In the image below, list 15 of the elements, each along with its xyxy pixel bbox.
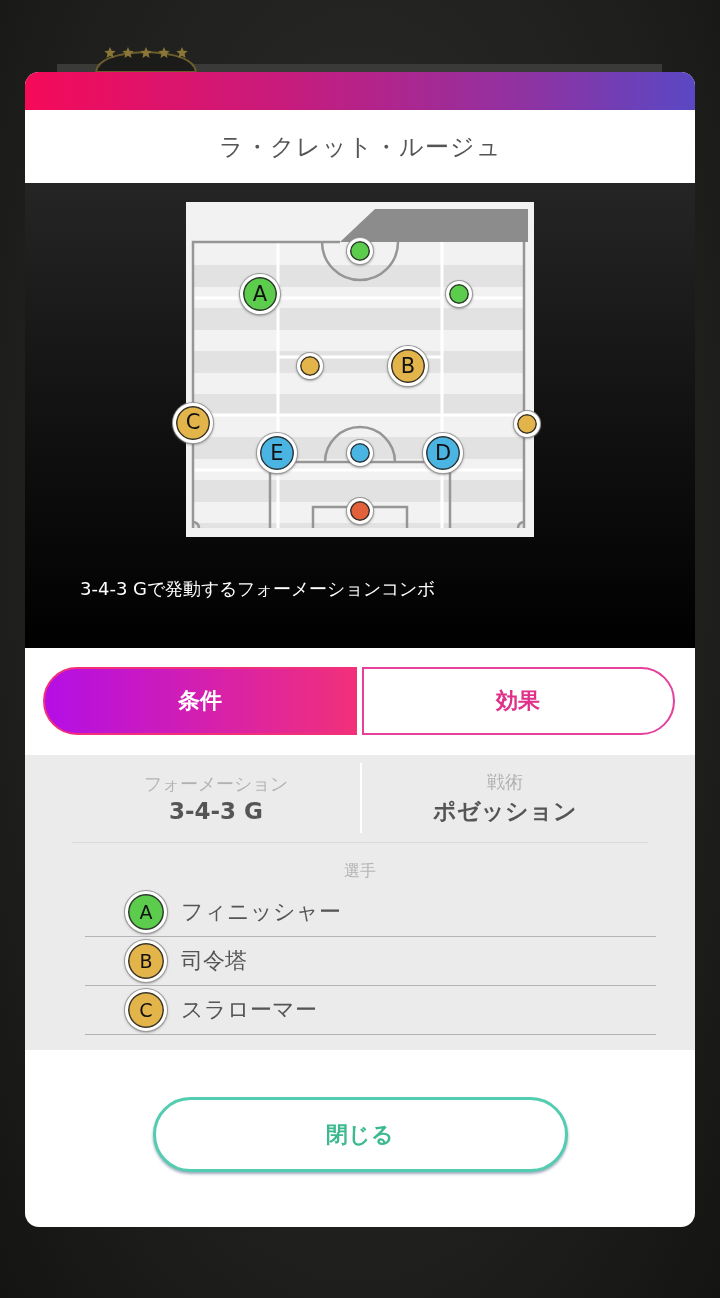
player-role: スラローマー bbox=[181, 996, 317, 1024]
player-letter-badge: A bbox=[125, 891, 167, 933]
field-value: 3-4-3 G bbox=[169, 798, 263, 824]
player-letter-badge: C bbox=[125, 989, 167, 1031]
combo-description: 3-4-3 Gで発動するフォーメーションコンボ bbox=[79, 577, 437, 601]
player-role: フィニッシャー bbox=[181, 898, 341, 926]
player-marker: C bbox=[173, 403, 213, 443]
player-letter-badge: B bbox=[125, 940, 167, 982]
dialog-title: ラ・クレット・ルージュ bbox=[218, 131, 502, 163]
field-value: ポゼッション bbox=[433, 796, 577, 826]
tab[interactable]: 効果 bbox=[361, 667, 675, 735]
close-button[interactable]: 閉じる bbox=[152, 1097, 568, 1172]
player-role: 司令塔 bbox=[181, 947, 247, 975]
field-label: 戦術 bbox=[487, 769, 523, 794]
tab[interactable]: 条件 bbox=[43, 667, 357, 735]
